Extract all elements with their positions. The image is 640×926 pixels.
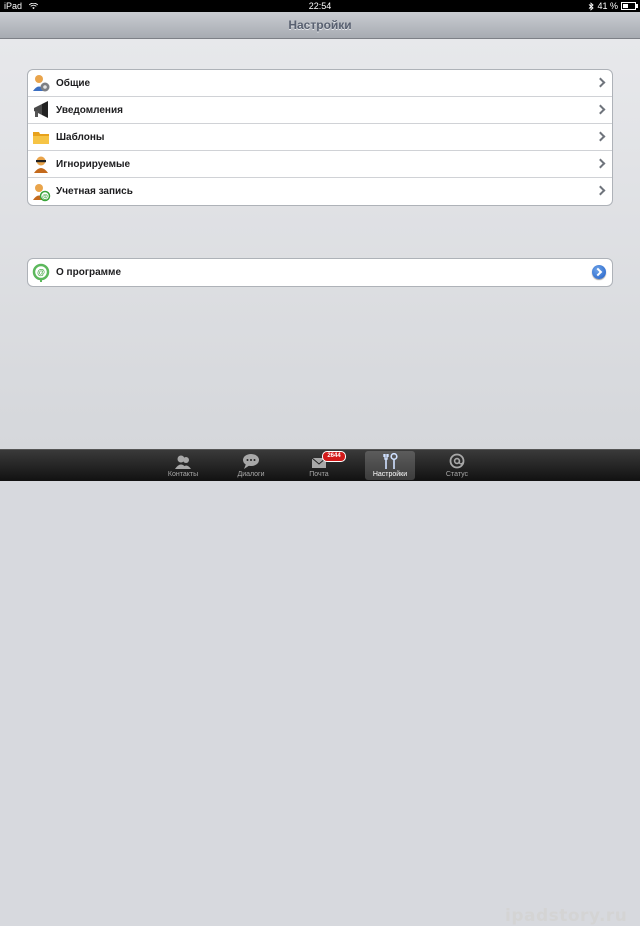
battery-percent: 41 % [597, 1, 618, 11]
tab-status[interactable]: Статус [432, 451, 482, 480]
about-group: @ О программе [27, 258, 613, 287]
watermark: ipadstory.ru [505, 906, 628, 926]
status-bar: iPad 22:54 41 % [0, 0, 640, 12]
mail-badge: 2644 [322, 451, 346, 462]
svg-text:@: @ [42, 194, 48, 200]
chevron-right-icon [595, 104, 606, 115]
detail-disclosure-icon[interactable] [592, 265, 606, 279]
settings-group: Общие Уведомления Шаблоны Игнорируемые @… [27, 69, 613, 206]
tab-dialogs[interactable]: Диалоги [226, 451, 276, 480]
settings-row-general[interactable]: Общие [28, 70, 612, 97]
chevron-right-icon [595, 185, 606, 196]
contacts-icon [175, 455, 191, 469]
chat-bubble-icon [243, 454, 259, 469]
status-right: 41 % [588, 0, 638, 12]
tab-label: Диалоги [237, 471, 265, 478]
general-gear-icon [30, 72, 52, 94]
tab-label: Почта [309, 471, 329, 478]
account-icon: @ [30, 181, 52, 203]
megaphone-icon [30, 99, 52, 121]
settings-row-templates[interactable]: Шаблоны [28, 124, 612, 151]
svg-text:@: @ [37, 268, 45, 277]
tab-contacts[interactable]: Контакты [158, 451, 208, 480]
settings-content: Общие Уведомления Шаблоны Игнорируемые @… [0, 39, 640, 449]
tab-label: Контакты [167, 471, 199, 478]
page-title: Настройки [288, 18, 352, 32]
battery-icon [621, 2, 638, 10]
bluetooth-icon [589, 1, 595, 11]
folder-icon [30, 126, 52, 148]
chevron-right-icon [595, 158, 606, 169]
tab-label: Настройки [372, 471, 408, 478]
tab-bar: Контакты Диалоги 2644 Почта Настройки Ст… [0, 449, 640, 926]
ignored-user-icon [30, 153, 52, 175]
chevron-right-icon [595, 77, 606, 88]
tab-mail[interactable]: 2644 Почта [294, 451, 346, 480]
battery-fill [623, 4, 628, 8]
settings-row-label: Учетная запись [56, 186, 133, 197]
at-sign-icon [449, 453, 465, 469]
settings-row-label: Общие [56, 77, 91, 89]
settings-row-label: О программе [56, 267, 122, 278]
settings-row-notifications[interactable]: Уведомления [28, 97, 612, 124]
settings-row-label: Игнорируемые [56, 158, 131, 170]
tab-label: Статус [445, 471, 469, 478]
settings-row-label: Уведомления [56, 104, 123, 116]
settings-tools-icon [383, 453, 398, 469]
chevron-right-icon [595, 131, 606, 142]
tab-settings[interactable]: Настройки [365, 451, 415, 480]
settings-row-account[interactable]: @ Учетная запись [28, 178, 612, 205]
icq-logo-icon: @ [30, 262, 52, 284]
settings-row-ignored[interactable]: Игнорируемые [28, 151, 612, 178]
settings-row-about[interactable]: @ О программе [28, 259, 612, 286]
status-time: 22:54 [308, 1, 332, 11]
navigation-bar: Настройки [0, 12, 640, 39]
settings-row-label: Шаблоны [56, 131, 105, 143]
